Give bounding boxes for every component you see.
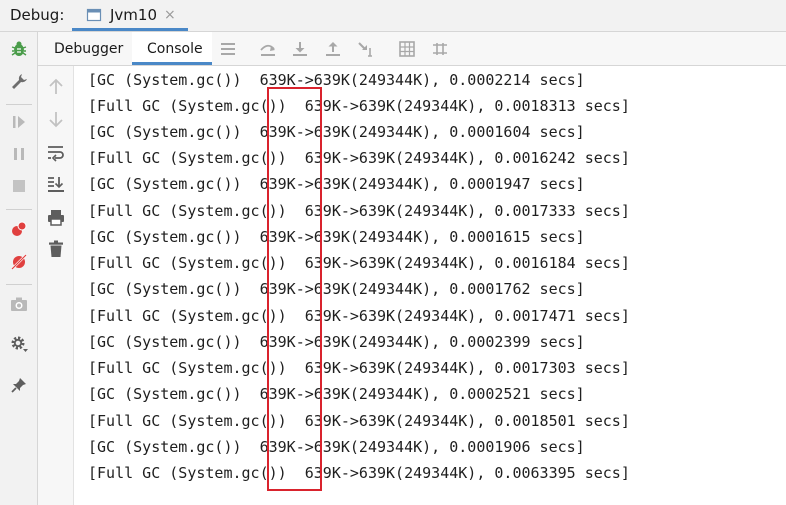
console-line: [Full GC (System.gc()) 639K->639K(249344… [88, 359, 630, 377]
console-line: [GC (System.gc()) 639K->639K(249344K), 0… [88, 228, 585, 246]
tab-debugger[interactable]: Debugger [38, 32, 131, 65]
tab-jvm10[interactable]: Jvm10 × [72, 0, 188, 31]
debug-left-rail [0, 32, 38, 505]
trace-icon[interactable] [431, 40, 449, 58]
debug-label: Debug: [10, 6, 65, 24]
camera-icon[interactable] [9, 294, 29, 314]
console-line: [Full GC (System.gc()) 639K->639K(249344… [88, 149, 630, 167]
rail-separator [6, 104, 32, 105]
close-icon[interactable]: × [164, 7, 176, 23]
console-line: [GC (System.gc()) 639K->639K(249344K), 0… [88, 280, 585, 298]
run-to-cursor-icon[interactable] [357, 40, 375, 58]
soft-wrap-icon[interactable] [46, 143, 66, 163]
tab-debugger-label: Debugger [54, 41, 124, 57]
console-line: [Full GC (System.gc()) 639K->639K(249344… [88, 412, 630, 430]
console-line: [Full GC (System.gc()) 639K->639K(249344… [88, 254, 630, 272]
trash-icon[interactable] [46, 239, 66, 259]
step-over-icon[interactable] [259, 40, 277, 58]
console-line: [Full GC (System.gc()) 639K->639K(249344… [88, 202, 630, 220]
menu-icon[interactable] [219, 40, 237, 58]
wrench-icon[interactable] [9, 72, 29, 92]
down-arrow-icon[interactable] [46, 109, 66, 129]
bug-icon[interactable] [9, 39, 29, 59]
console-line: [GC (System.gc()) 639K->639K(249344K), 0… [88, 175, 585, 193]
mute-breakpoints-icon[interactable] [9, 252, 29, 272]
app-window-icon [86, 8, 102, 22]
scroll-to-end-icon[interactable] [46, 174, 66, 194]
console-line: [Full GC (System.gc()) 639K->639K(249344… [88, 307, 630, 325]
resume-icon[interactable] [9, 112, 29, 132]
debug-toolbar: Debugger Console [38, 32, 786, 66]
tab-console-label: Console [147, 41, 203, 57]
console-output[interactable]: [GC (System.gc()) 639K->639K(249344K), 0… [74, 66, 786, 505]
console-line: [GC (System.gc()) 639K->639K(249344K), 0… [88, 123, 585, 141]
stop-icon[interactable] [9, 176, 29, 196]
step-out-icon[interactable] [324, 40, 342, 58]
debug-title-bar: Debug: Jvm10 × [0, 0, 786, 32]
rail-separator [6, 209, 32, 210]
tab-active-indicator [72, 28, 188, 31]
rail-separator [6, 284, 32, 285]
console-line: [GC (System.gc()) 639K->639K(249344K), 0… [88, 333, 585, 351]
console-line: [Full GC (System.gc()) 639K->639K(249344… [88, 97, 630, 115]
step-into-icon[interactable] [291, 40, 309, 58]
view-breakpoints-icon[interactable] [9, 219, 29, 239]
print-icon[interactable] [46, 208, 66, 228]
console-line: [Full GC (System.gc()) 639K->639K(249344… [88, 464, 630, 482]
settings-icon[interactable] [9, 334, 29, 354]
pin-icon[interactable] [9, 375, 29, 395]
console-line: [GC (System.gc()) 639K->639K(249344K), 0… [88, 385, 585, 403]
pause-icon[interactable] [9, 144, 29, 164]
console-gutter [38, 66, 74, 505]
tab-console[interactable]: Console [132, 32, 212, 65]
up-arrow-icon[interactable] [46, 77, 66, 97]
console-line: [GC (System.gc()) 639K->639K(249344K), 0… [88, 71, 585, 89]
tab-active-indicator [132, 62, 212, 65]
tab-label: Jvm10 [110, 6, 157, 24]
evaluate-icon[interactable] [398, 40, 416, 58]
console-line: [GC (System.gc()) 639K->639K(249344K), 0… [88, 438, 585, 456]
